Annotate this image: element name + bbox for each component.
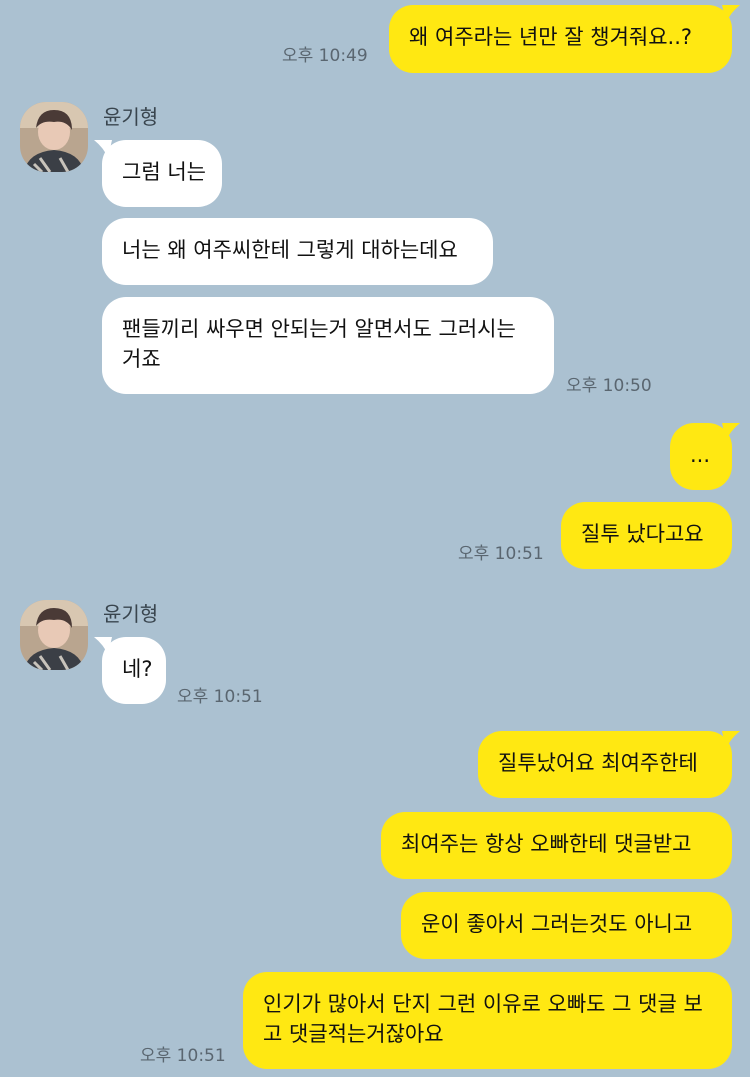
my-message-bubble[interactable]: 운이 좋아서 그러는것도 아니고 xyxy=(401,892,732,959)
message-timestamp: 오후 10:50 xyxy=(566,376,652,396)
sender-name: 윤기형 xyxy=(103,602,159,626)
message-timestamp: 오후 10:51 xyxy=(458,544,544,564)
profile-photo-icon xyxy=(20,102,88,172)
contact-avatar[interactable] xyxy=(20,600,88,670)
profile-photo-icon xyxy=(20,600,88,670)
my-message-bubble[interactable]: 질투 났다고요 xyxy=(561,502,732,569)
message-timestamp: 오후 10:49 xyxy=(282,46,368,66)
my-message-bubble[interactable]: 질투났어요 최여주한테 xyxy=(478,731,732,798)
my-message-bubble[interactable]: 왜 여주라는 년만 잘 챙겨줘요..? xyxy=(389,5,732,73)
their-message-bubble[interactable]: 그럼 너는 xyxy=(102,140,222,207)
their-message-bubble[interactable]: 네? xyxy=(102,637,166,704)
my-message-bubble[interactable]: 최여주는 항상 오빠한테 댓글받고 xyxy=(381,812,732,879)
message-timestamp: 오후 10:51 xyxy=(140,1046,226,1066)
sender-name: 윤기형 xyxy=(103,105,159,129)
their-message-bubble[interactable]: 팬들끼리 싸우면 안되는거 알면서도 그러시는거죠 xyxy=(102,297,554,394)
their-message-bubble[interactable]: 너는 왜 여주씨한테 그렇게 대하는데요 xyxy=(102,218,493,285)
my-bubble-tail xyxy=(722,423,740,441)
my-bubble-tail xyxy=(722,5,740,23)
contact-avatar[interactable] xyxy=(20,102,88,172)
my-bubble-tail xyxy=(722,731,740,749)
my-message-bubble[interactable]: 인기가 많아서 단지 그런 이유로 오빠도 그 댓글 보고 댓글적는거잖아요 xyxy=(243,972,732,1069)
message-timestamp: 오후 10:51 xyxy=(177,687,263,707)
